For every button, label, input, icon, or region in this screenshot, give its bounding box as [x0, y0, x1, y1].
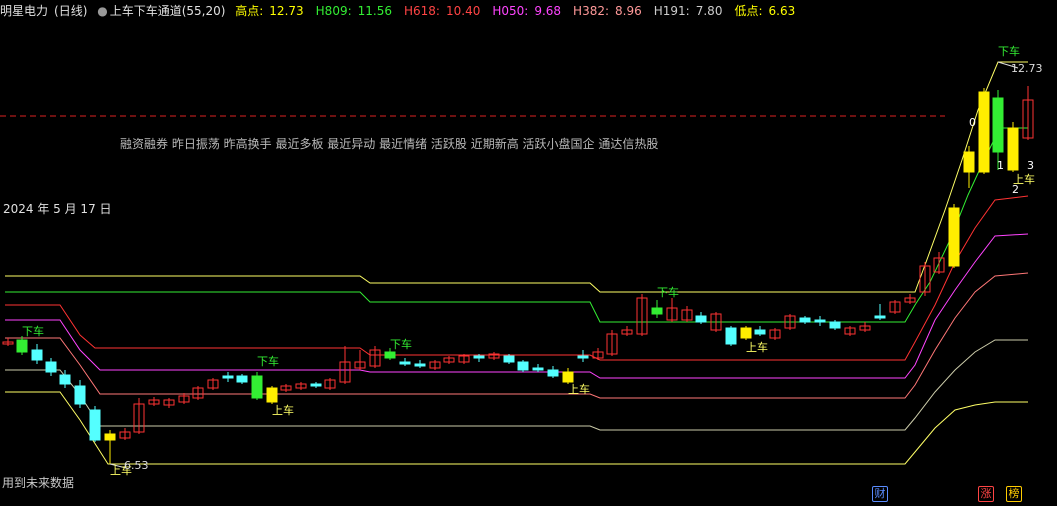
buy-signal-2: 上车: [568, 383, 590, 396]
candle-body-47: [695, 315, 707, 323]
limit-up-tag[interactable]: 涨: [978, 486, 994, 502]
candle-body-28: [414, 363, 426, 367]
candle-body-2: [31, 349, 43, 361]
candle-body-26: [384, 351, 396, 359]
wave-label-1: 1: [997, 159, 1004, 172]
channel-line-0: [5, 61, 1028, 293]
candle-body-51: [754, 329, 766, 335]
date-label: 2024 年 5 月 17 日: [3, 202, 112, 216]
ranking-tag[interactable]: 榜: [1006, 486, 1022, 502]
candle-body-39: [577, 355, 589, 359]
wave-label-0: 0: [969, 116, 976, 129]
candle-body-7: [104, 433, 116, 441]
candle-body-1: [16, 339, 28, 353]
channel-line-2: [5, 195, 1029, 361]
candle-body-50: [740, 327, 752, 339]
buy-signal-1: 上车: [272, 404, 294, 417]
candle-body-59: [874, 315, 886, 319]
candle-body-16: [236, 375, 248, 383]
candle-body-5: [74, 385, 86, 405]
candle-body-27: [399, 361, 411, 365]
buy-signal-3: 上车: [746, 341, 768, 354]
future-data-note: 用到未来数据: [2, 476, 75, 490]
candle-body-44: [651, 307, 663, 315]
candle-body-32: [473, 355, 485, 359]
candle-body-56: [829, 321, 841, 329]
concept-tags: 融资融券 昨日振荡 昨高换手 最近多板 最近异动 最近情绪 活跃股 近期新高 活…: [120, 137, 659, 151]
candle-body-6: [89, 409, 101, 441]
limit-up-tag-text: 涨: [980, 487, 992, 500]
kline-chart[interactable]: [0, 0, 1057, 506]
candle-body-54: [799, 317, 811, 323]
candle-body-55: [814, 319, 826, 323]
finance-tag[interactable]: 财: [872, 486, 888, 502]
low-price-mark: 6.53: [124, 459, 149, 472]
channel-line-1: [5, 127, 1028, 323]
channel-line-6: [5, 391, 1028, 465]
sell-signal-1: 下车: [257, 355, 279, 368]
candle-body-35: [517, 361, 529, 371]
candle-body-37: [547, 369, 559, 377]
candle-body-67: [992, 97, 1004, 153]
channel-line-3: [5, 233, 1029, 379]
candle-body-18: [266, 387, 278, 403]
sell-signal-0: 下车: [22, 325, 44, 338]
finance-tag-text: 财: [874, 487, 886, 500]
high-price-mark: 12.73: [1011, 62, 1043, 75]
channel-line-5: [5, 339, 1028, 431]
candle-body-3: [45, 361, 57, 373]
candle-body-21: [310, 383, 322, 387]
candle-body-15: [222, 375, 234, 379]
candle-body-65: [963, 151, 975, 173]
candle-body-4: [59, 374, 71, 385]
wave-label-3: 3: [1027, 159, 1034, 172]
candle-body-49: [725, 327, 737, 345]
candle-body-68: [1007, 127, 1019, 171]
sell-signal-3: 下车: [657, 286, 679, 299]
candle-body-64: [948, 207, 960, 267]
candle-body-17: [251, 375, 263, 399]
candle-body-34: [503, 355, 515, 363]
ranking-tag-text: 榜: [1008, 487, 1020, 500]
sell-signal-2: 下车: [390, 338, 412, 351]
wave-label-2: 2: [1012, 183, 1019, 196]
candle-body-36: [532, 367, 544, 371]
candle-body-66: [978, 91, 990, 173]
sell-signal-4: 下车: [998, 45, 1020, 58]
